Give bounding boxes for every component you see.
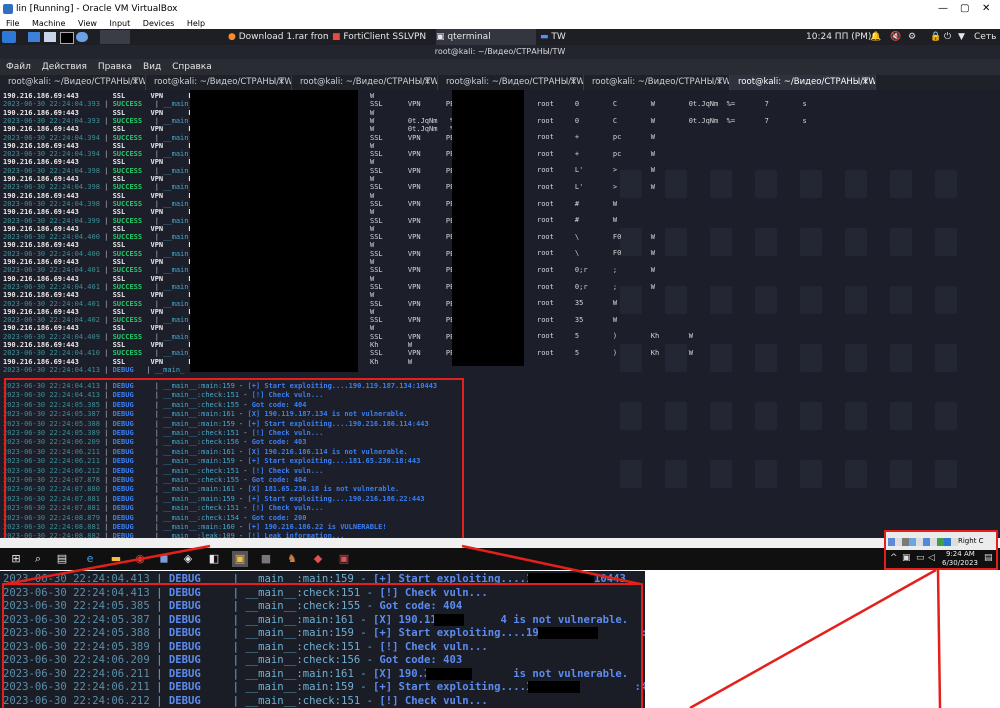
callout-line-right-2: [936, 569, 942, 708]
callout-line-left-2: [461, 544, 641, 586]
callout-line-right-1: [689, 568, 937, 708]
callout-lines: [5, 544, 942, 708]
callout-line-left-1: [5, 544, 211, 586]
